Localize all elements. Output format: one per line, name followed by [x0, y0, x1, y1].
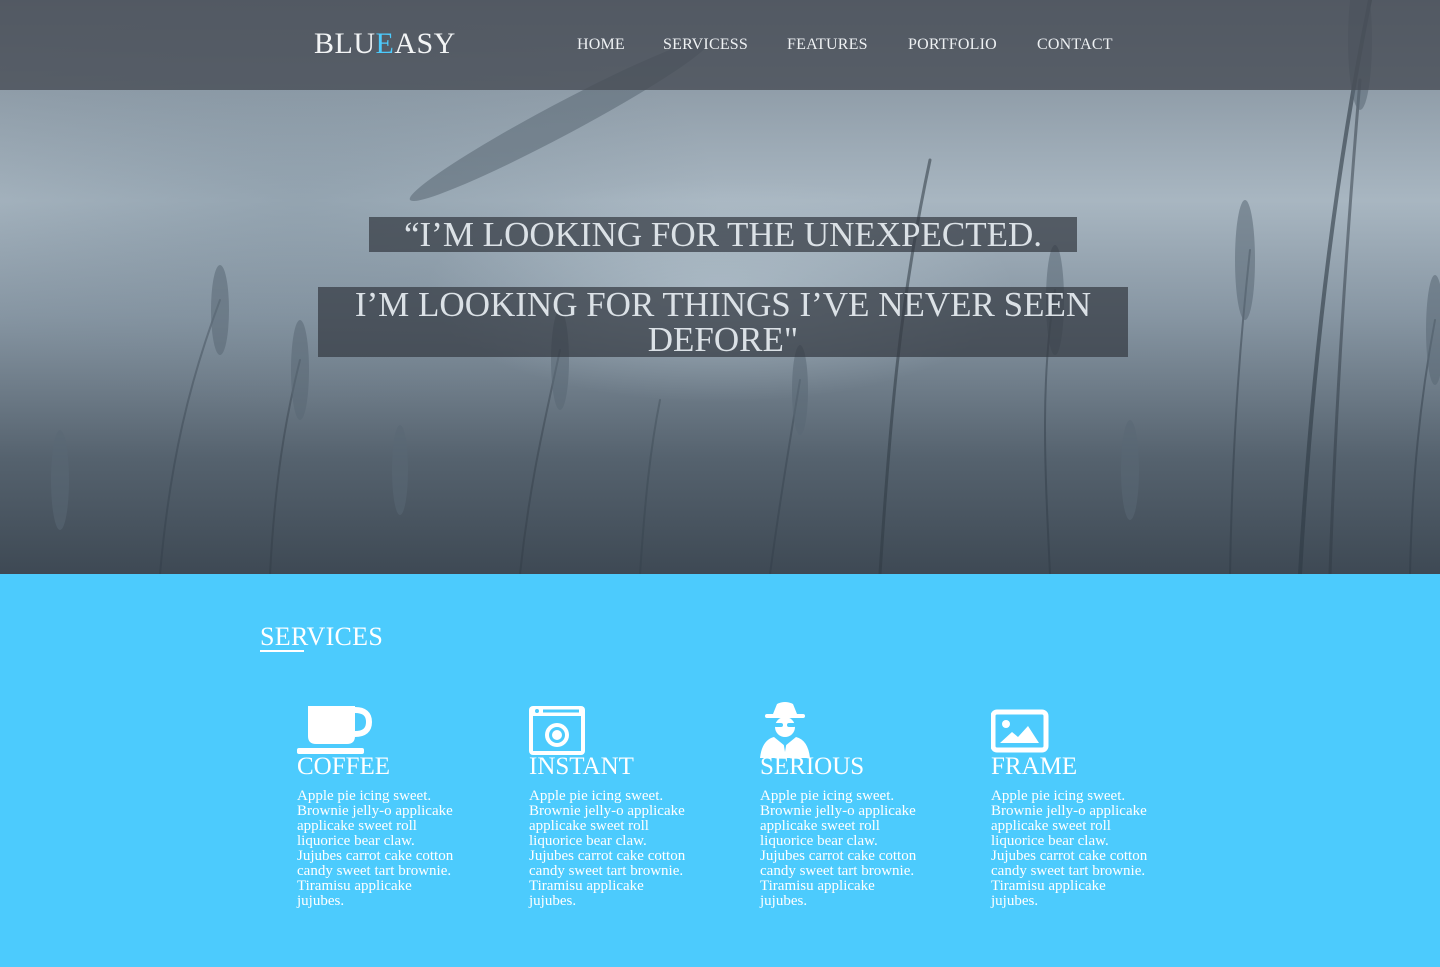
service-title: SERIOUS [760, 753, 865, 780]
brand-logo[interactable]: BLUEASY [314, 27, 456, 61]
nav-link-contact[interactable]: CONTACT [1037, 36, 1113, 54]
service-description: Apple pie icing sweet. Brownie jelly-o a… [529, 788, 686, 909]
service-title: INSTANT [529, 753, 634, 780]
top-navbar: BLUEASY HOME SERVICESS FEATURES PORTFOLI… [0, 0, 1440, 90]
hero-section: BLUEASY HOME SERVICESS FEATURES PORTFOLI… [0, 0, 1440, 574]
service-title: COFFEE [297, 753, 391, 780]
nav-link-portfolio[interactable]: PORTFOLIO [908, 36, 997, 54]
spy-icon [760, 702, 810, 758]
nav-link-services[interactable]: SERVICESS [663, 36, 748, 54]
nav-link-home[interactable]: HOME [577, 36, 625, 54]
nav-link-features[interactable]: FEATURES [787, 36, 868, 54]
coffee-cup-icon [297, 706, 373, 754]
hero-quote-line2: I’M LOOKING FOR THINGS I’VE NEVER SEEN D… [318, 287, 1128, 357]
services-heading: SERVICES [260, 622, 384, 651]
picture-frame-icon [991, 709, 1049, 753]
logo-text-part1: BLU [314, 27, 376, 60]
service-title: FRAME [991, 753, 1078, 780]
service-description: Apple pie icing sweet. Brownie jelly-o a… [991, 788, 1148, 909]
service-description: Apple pie icing sweet. Brownie jelly-o a… [297, 788, 454, 909]
services-heading-underline [260, 650, 304, 652]
logo-text-part2: ASY [394, 27, 456, 60]
logo-text-accent: E [375, 27, 395, 60]
camera-window-icon [529, 706, 585, 755]
hero-quote-line1: “I’M LOOKING FOR THE UNEXPECTED. [369, 217, 1077, 252]
service-description: Apple pie icing sweet. Brownie jelly-o a… [760, 788, 917, 909]
